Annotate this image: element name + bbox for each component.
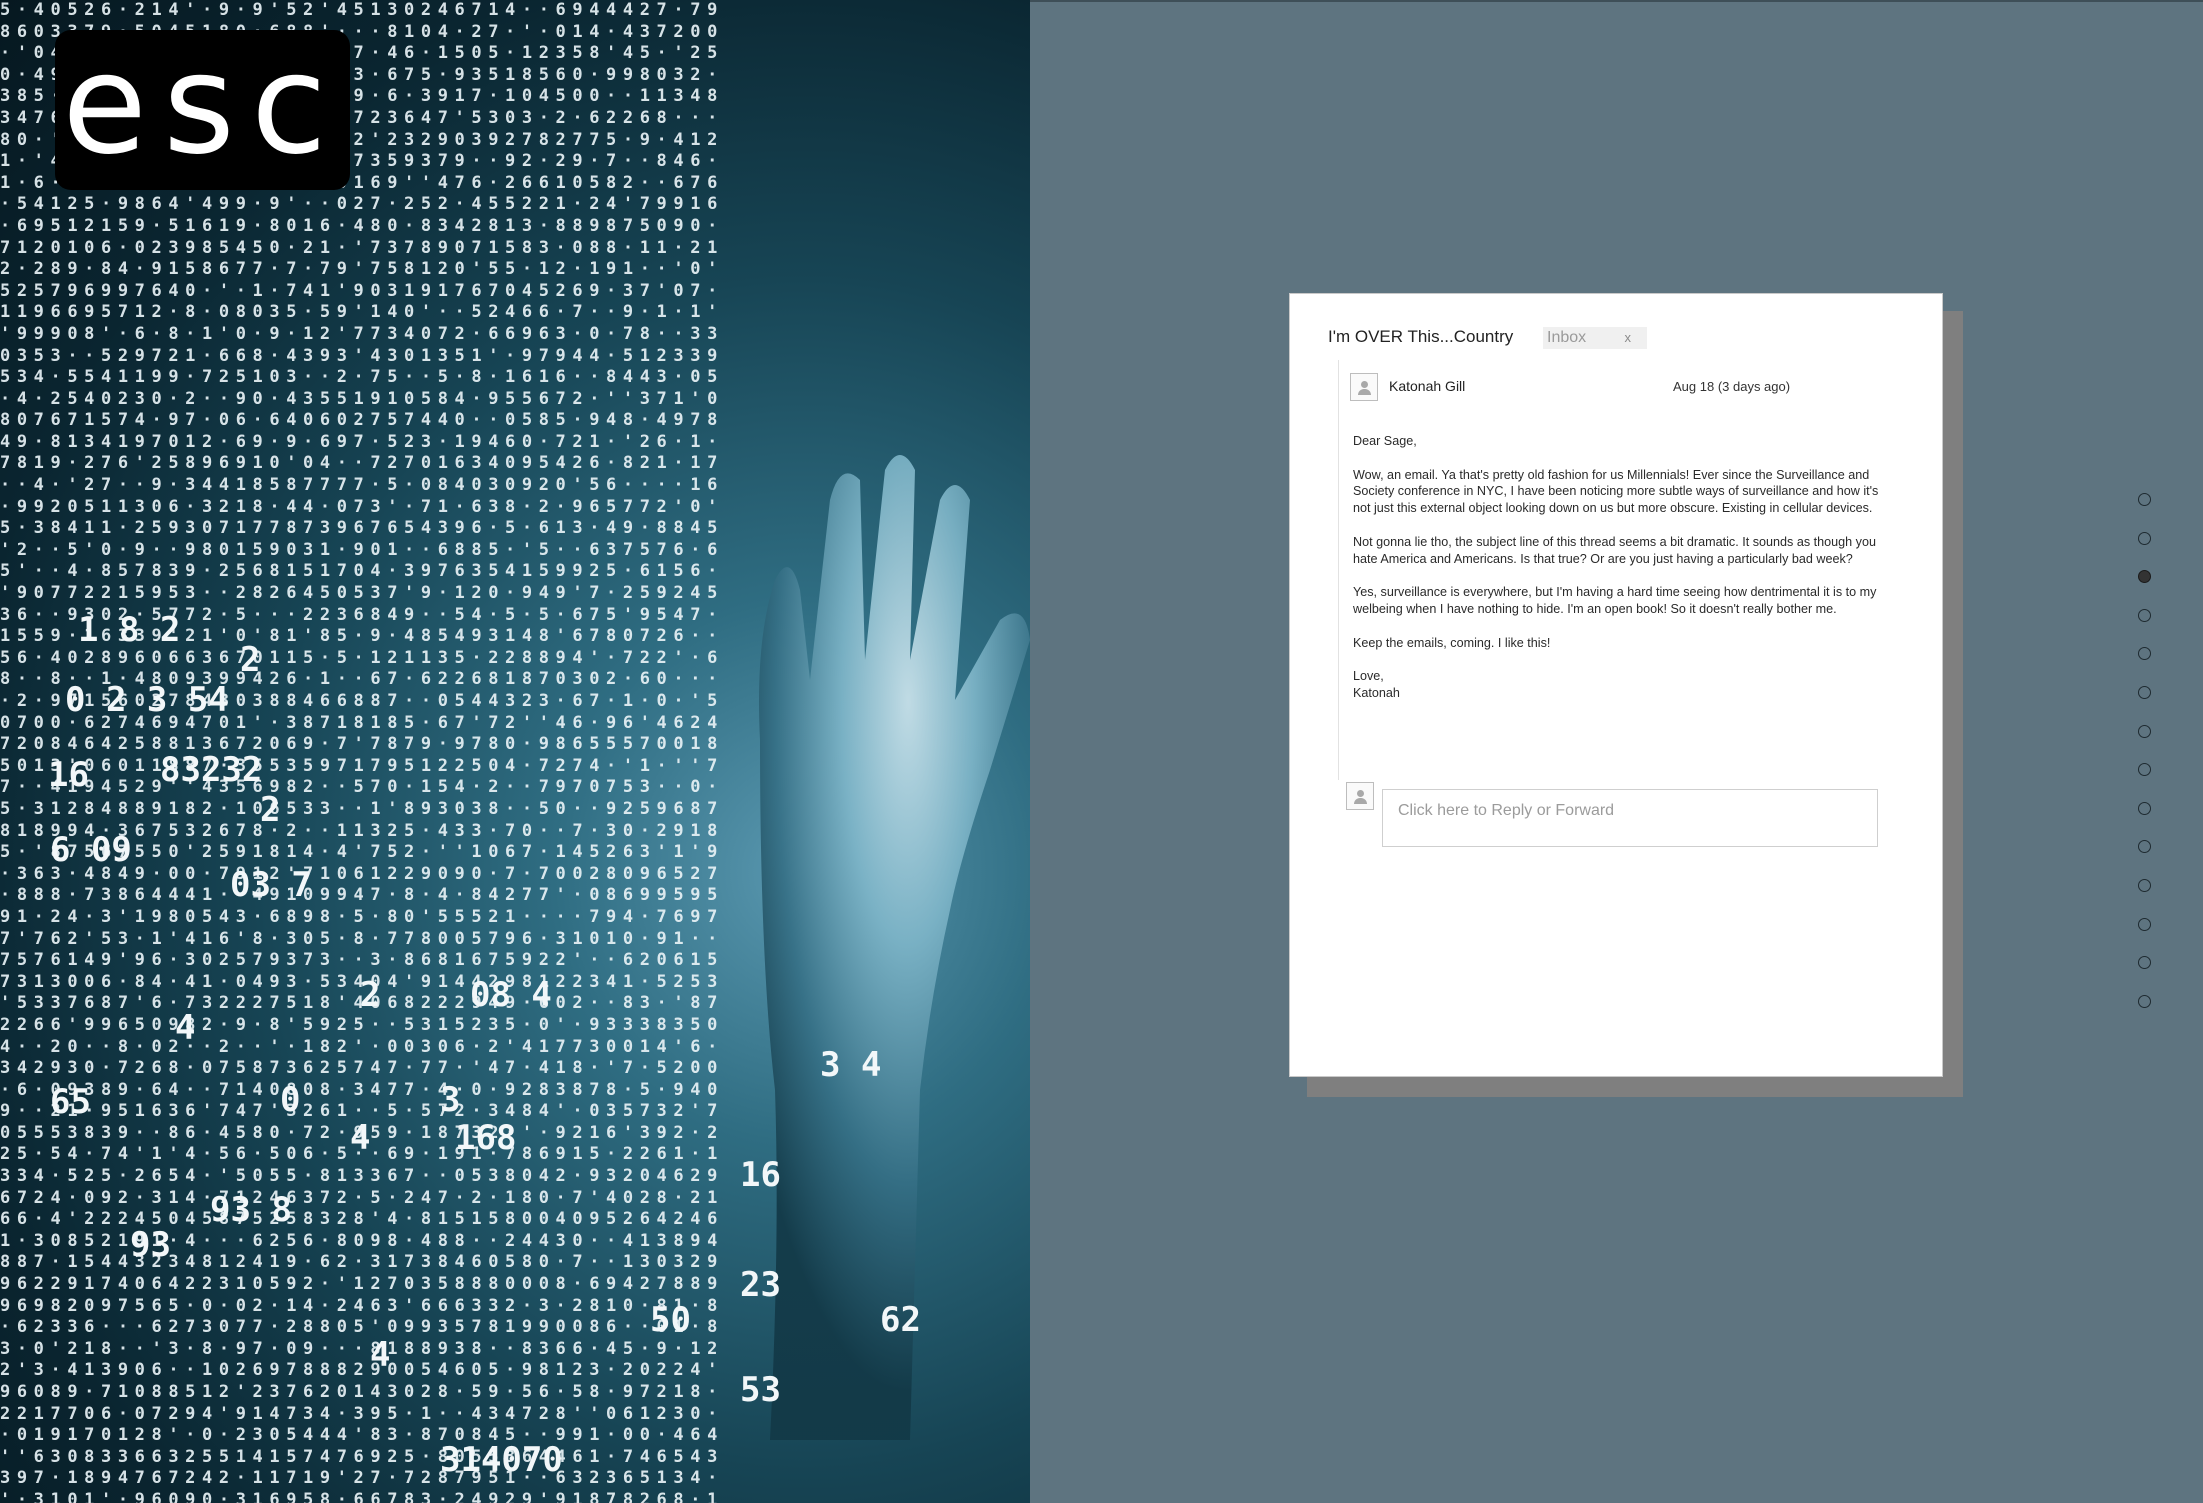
matrix-hand-image: 5·40526·214'·9·9'52'45130246714··6944427… xyxy=(0,0,1030,1503)
email-subject: I'm OVER This...Country xyxy=(1328,327,1514,346)
slide-dot[interactable] xyxy=(2138,917,2151,931)
slide-dot[interactable] xyxy=(2138,531,2151,545)
slide-dot[interactable] xyxy=(2138,801,2151,815)
slide-dot[interactable] xyxy=(2138,763,2151,777)
message-paragraph: Dear Sage, xyxy=(1353,434,1417,448)
slide-dot[interactable] xyxy=(2138,570,2151,584)
message-thread-rule xyxy=(1338,360,1339,780)
slide-dot[interactable] xyxy=(2138,608,2151,622)
slide-dot[interactable] xyxy=(2138,724,2151,738)
message-signature: Katonah xyxy=(1353,685,1400,700)
message-paragraph: Keep the emails, coming. I like this! xyxy=(1353,635,1551,650)
inbox-label-tag[interactable]: Inbox x xyxy=(1543,327,1647,349)
reply-avatar-icon xyxy=(1346,782,1374,810)
esc-button[interactable]: esc xyxy=(55,30,350,190)
sender-avatar-icon xyxy=(1350,373,1378,401)
reply-input[interactable]: Click here to Reply or Forward xyxy=(1382,789,1878,847)
slide-dot[interactable] xyxy=(2138,840,2151,854)
slide-dot[interactable] xyxy=(2138,493,2151,506)
slide-dot[interactable] xyxy=(2138,647,2151,661)
message-paragraph: Yes, surveillance is everywhere, but I'm… xyxy=(1353,585,1877,616)
sender-name[interactable]: Katonah Gill xyxy=(1389,378,1465,394)
message-date: Aug 18 (3 days ago) xyxy=(1673,379,1791,394)
digit-matrix: 5·40526·214'·9·9'52'45130246714··6944427… xyxy=(0,0,724,1503)
message-signoff: Love, xyxy=(1353,669,1384,684)
top-divider xyxy=(1030,0,2203,2)
message-paragraph: Wow, an email. Ya that's pretty old fash… xyxy=(1353,467,1879,516)
slide-dot[interactable] xyxy=(2138,879,2151,892)
message-paragraph: Not gonna lie tho, the subject line of t… xyxy=(1353,534,1876,566)
email-card: I'm OVER This...Country Inbox x Katonah … xyxy=(1289,293,1943,1077)
message-body: Dear Sage, Wow, an email. Ya that's pret… xyxy=(1353,433,1898,702)
slide-dot[interactable] xyxy=(2138,686,2151,699)
inbox-label-text: Inbox xyxy=(1547,329,1587,346)
slide-dot[interactable] xyxy=(2138,994,2151,1008)
remove-label-icon[interactable]: x xyxy=(1625,327,1632,349)
slide-dot[interactable] xyxy=(2138,956,2151,970)
